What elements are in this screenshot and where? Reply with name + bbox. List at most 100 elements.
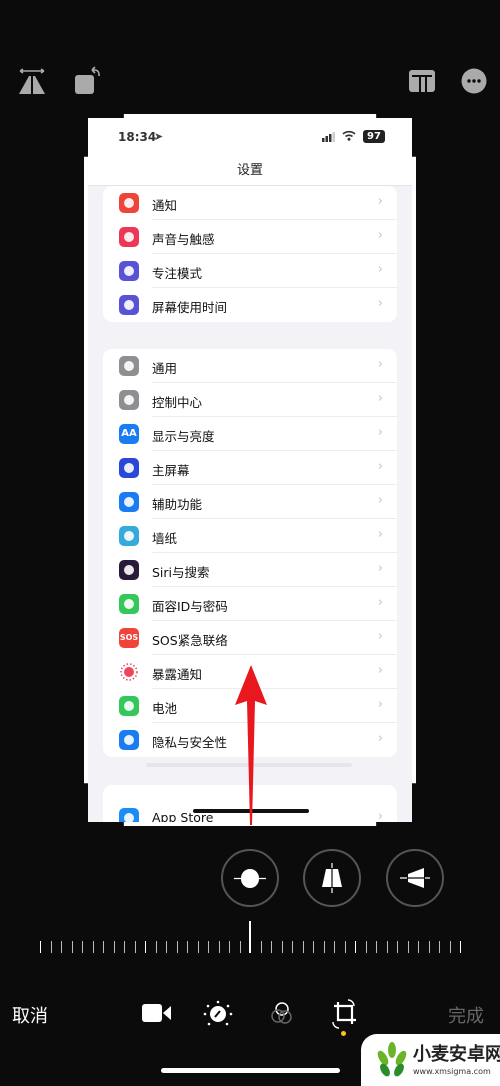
ruler-tick	[218, 941, 220, 953]
watermark-url: www.xmsigma.com	[413, 1067, 491, 1076]
ruler-tick	[124, 941, 125, 953]
flip-horizontal-icon[interactable]	[17, 66, 47, 96]
vertical-perspective-button[interactable]	[303, 849, 361, 907]
ruler-tick	[40, 941, 41, 953]
chevron-right-icon: ›	[377, 663, 383, 678]
settings-row[interactable]: 通用 ›	[103, 349, 397, 383]
moon-icon	[119, 261, 139, 281]
straighten-button[interactable]	[221, 849, 279, 907]
ruler-tick	[386, 941, 388, 953]
settings-row[interactable]: 通知 ›	[103, 186, 397, 220]
settings-row[interactable]: 声音与触感 ›	[103, 220, 397, 254]
wallpaper-icon	[119, 526, 139, 546]
page-title: 设置	[88, 158, 412, 186]
ruler-tick	[292, 941, 293, 953]
ruler-tick	[176, 941, 178, 953]
aspect-ratio-icon[interactable]	[408, 66, 438, 96]
cancel-button[interactable]: 取消	[12, 1002, 48, 1028]
ruler-tick	[61, 941, 62, 953]
status-time: 18:34	[118, 130, 157, 144]
sos-icon: SOS	[119, 628, 139, 648]
ruler-tick	[344, 941, 346, 953]
settings-row[interactable]: 墙纸 ›	[103, 519, 397, 553]
chevron-right-icon: ›	[377, 561, 383, 576]
ruler-tick	[239, 941, 241, 953]
chevron-right-icon: ›	[377, 731, 383, 746]
ruler-tick	[166, 941, 167, 953]
gear-icon	[119, 356, 139, 376]
settings-row-label: SOS紧急联络	[152, 633, 228, 648]
settings-row[interactable]: Siri与搜索 ›	[103, 553, 397, 587]
home-indicator	[161, 1068, 340, 1073]
settings-row[interactable]: AA 显示与亮度 ›	[103, 417, 397, 451]
chevron-right-icon: ›	[377, 194, 383, 209]
settings-row[interactable]: 控制中心 ›	[103, 383, 397, 417]
ruler-tick	[82, 941, 83, 953]
more-icon[interactable]	[461, 66, 491, 96]
ruler-tick	[365, 941, 367, 953]
sound-icon	[119, 227, 139, 247]
ruler-tick	[50, 941, 52, 953]
ruler-tick	[355, 941, 356, 953]
horizontal-perspective-button[interactable]	[386, 849, 444, 907]
ruler-tick	[418, 941, 419, 953]
ruler-tick	[302, 941, 304, 953]
ruler-tick	[208, 941, 209, 953]
ruler-tick	[103, 941, 104, 953]
filters-icon[interactable]	[267, 1000, 297, 1028]
chevron-right-icon: ›	[377, 595, 383, 610]
ruler-tick	[145, 941, 146, 953]
settings-row-label: 声音与触感	[152, 232, 215, 247]
settings-row-label: 主屏幕	[152, 463, 190, 478]
horizontal-perspective-icon	[400, 868, 430, 888]
location-icon: ➤	[154, 130, 164, 143]
settings-row-label: Siri与搜索	[152, 565, 210, 580]
rotate-icon[interactable]	[74, 66, 104, 96]
active-tool-dot	[341, 1031, 346, 1036]
settings-row-label: 墙纸	[152, 531, 178, 546]
ruler-tick	[113, 941, 115, 953]
settings-row[interactable]: 面容ID与密码 ›	[103, 587, 397, 621]
settings-row[interactable]: 屏幕使用时间 ›	[103, 288, 397, 322]
ruler-tick	[71, 941, 73, 953]
chevron-right-icon: ›	[377, 296, 383, 311]
status-bar: 18:34 ➤ 97	[88, 118, 412, 158]
chevron-right-icon: ›	[377, 697, 383, 712]
chevron-right-icon: ›	[377, 357, 383, 372]
chevron-right-icon: ›	[377, 493, 383, 508]
ruler-tick	[197, 941, 199, 953]
red-arrow-annotation	[235, 665, 267, 825]
ruler-tick	[260, 941, 262, 953]
wifi-icon	[342, 130, 356, 141]
watermark-text: 小麦安卓网	[413, 1044, 500, 1065]
ruler-tick	[439, 941, 440, 953]
settings-row[interactable]: 专注模式 ›	[103, 254, 397, 288]
settings-row-label: 暴露通知	[152, 667, 203, 682]
exposure-icon	[119, 662, 139, 682]
ruler-tick	[313, 941, 314, 953]
ruler-tick	[281, 941, 283, 953]
settings-row-label: 通知	[152, 198, 178, 213]
settings-row[interactable]: SOS SOS紧急联络 ›	[103, 621, 397, 655]
app-store-icon	[119, 808, 139, 822]
ruler-tick	[449, 941, 451, 953]
ruler-tick	[323, 941, 325, 953]
settings-group-1: 通知 › 声音与触感 › 专注模式 › 屏幕使用时间 ›	[103, 186, 397, 322]
settings-row[interactable]: 辅助功能 ›	[103, 485, 397, 519]
chevron-right-icon: ›	[377, 391, 383, 406]
chevron-right-icon: ›	[377, 459, 383, 474]
straighten-icon	[234, 869, 266, 888]
crop-rotate-icon[interactable]	[330, 998, 360, 1030]
text-size-icon: AA	[119, 424, 139, 444]
settings-row-label: 面容ID与密码	[152, 599, 228, 614]
settings-row-label: 隐私与安全性	[152, 735, 228, 750]
battery-indicator: 97	[363, 130, 385, 143]
settings-row-label: 辅助功能	[152, 497, 203, 512]
ruler-tick	[134, 941, 136, 953]
toggle-icon	[119, 390, 139, 410]
adjust-icon[interactable]	[203, 1000, 233, 1028]
live-video-icon[interactable]	[141, 1002, 173, 1024]
ruler-tick	[407, 941, 409, 953]
settings-row[interactable]: 主屏幕 ›	[103, 451, 397, 485]
done-button[interactable]: 完成	[448, 1002, 484, 1028]
